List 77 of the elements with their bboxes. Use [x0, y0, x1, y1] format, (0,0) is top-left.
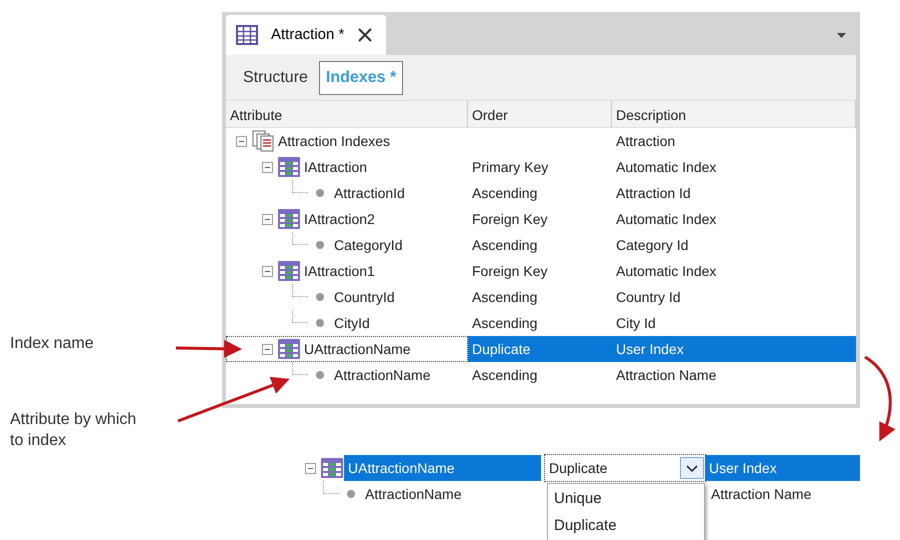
description-text: Automatic Index — [615, 210, 718, 228]
tree-row[interactable]: CityId Ascending City Id — [226, 310, 856, 336]
chevron-icon — [686, 464, 698, 472]
tree-row[interactable]: CountryId Ascending Country Id — [226, 284, 856, 310]
bullet-icon — [316, 371, 324, 379]
attribute-name: CategoryId — [334, 236, 402, 255]
dropdown-option[interactable]: Duplicate — [548, 512, 704, 539]
description-text: User Index — [705, 455, 860, 481]
index-icon — [277, 338, 301, 360]
tree-row[interactable]: UAttractionName Duplicate User Index — [305, 455, 860, 481]
bullet-icon — [347, 490, 355, 498]
description-text: Country Id — [615, 288, 682, 307]
description-text: Attraction Name — [710, 484, 812, 504]
attribute-name: CityId — [334, 314, 370, 333]
tree-row[interactable]: AttractionId Ascending Attraction Id — [226, 180, 856, 206]
collapse-icon[interactable] — [236, 136, 247, 146]
bullet-icon — [316, 241, 324, 249]
description-text: User Index — [612, 336, 856, 362]
order-text: Ascending — [471, 366, 538, 385]
collapse-icon[interactable] — [262, 162, 273, 172]
close-icon[interactable] — [358, 28, 372, 42]
order-text: Ascending — [471, 314, 538, 333]
order-text: Foreign Key — [471, 210, 548, 229]
description-text: Attraction — [615, 132, 676, 150]
attribute-name: UAttractionName — [304, 340, 411, 358]
bullet-icon — [316, 189, 324, 197]
attribute-name: CountryId — [334, 288, 395, 307]
tree-row[interactable]: AttractionName Ascending Attraction Name — [226, 362, 856, 388]
table-icon — [236, 25, 258, 45]
collapse-icon[interactable] — [262, 344, 273, 354]
callout-text: Attribute by which to index — [10, 410, 138, 451]
attribute-name: AttractionId — [334, 184, 405, 202]
tree-row[interactable]: CategoryId Ascending Category Id — [226, 232, 856, 258]
description-text: Category Id — [615, 236, 690, 255]
callout-text: Index name — [10, 334, 94, 354]
attribute-name: AttractionName — [365, 484, 462, 504]
document-tab[interactable]: Attraction * — [226, 15, 386, 55]
arrow — [176, 340, 242, 358]
attribute-name: AttractionName — [334, 366, 430, 384]
description-text: Automatic Index — [615, 158, 718, 176]
bullet-icon — [316, 319, 324, 327]
order-text: Ascending — [471, 184, 538, 203]
collapse-icon[interactable] — [262, 266, 273, 276]
tree-row[interactable]: IAttraction Primary Key Automatic Index — [226, 154, 856, 180]
attribute-name: UAttractionName — [344, 455, 541, 481]
description-text: Automatic Index — [615, 262, 718, 280]
bullet-icon — [316, 293, 324, 301]
collapse-icon[interactable] — [305, 462, 316, 474]
tree-row[interactable]: IAttraction2 Foreign Key Automatic Index — [226, 206, 856, 232]
index-icon — [320, 457, 344, 479]
column-header[interactable]: Attribute — [226, 101, 468, 127]
dropdown-button[interactable] — [680, 457, 704, 479]
documents-icon — [251, 130, 275, 152]
sub-tab[interactable]: Structure — [236, 60, 315, 94]
description-text: Attraction Name — [615, 366, 718, 384]
description-text: City Id — [615, 314, 657, 333]
attribute-name: Attraction Indexes — [278, 132, 390, 150]
attribute-name: IAttraction1 — [304, 262, 375, 280]
tree-row[interactable]: Attraction Indexes Attraction — [226, 128, 856, 154]
attribute-name: IAttraction — [304, 158, 368, 176]
tree-row[interactable]: IAttraction1 Foreign Key Automatic Index — [226, 258, 856, 284]
order-text: Foreign Key — [471, 262, 548, 281]
index-icon — [277, 260, 301, 282]
attribute-name: IAttraction2 — [304, 210, 375, 228]
dropdown-option[interactable]: Unique — [548, 486, 704, 512]
tree-row[interactable]: UAttractionName Duplicate User Index — [226, 336, 856, 362]
description-text: Attraction Id — [615, 184, 692, 202]
index-icon — [277, 156, 301, 178]
index-icon — [277, 208, 301, 230]
column-header[interactable]: Order — [468, 101, 612, 127]
order-text: Duplicate — [468, 336, 612, 362]
column-header[interactable]: Description — [612, 101, 856, 127]
collapse-icon[interactable] — [262, 214, 273, 224]
order-text: Ascending — [471, 236, 538, 255]
caret-icon[interactable] — [837, 33, 846, 38]
order-text: Primary Key — [471, 158, 550, 177]
order-text: Ascending — [471, 288, 538, 307]
